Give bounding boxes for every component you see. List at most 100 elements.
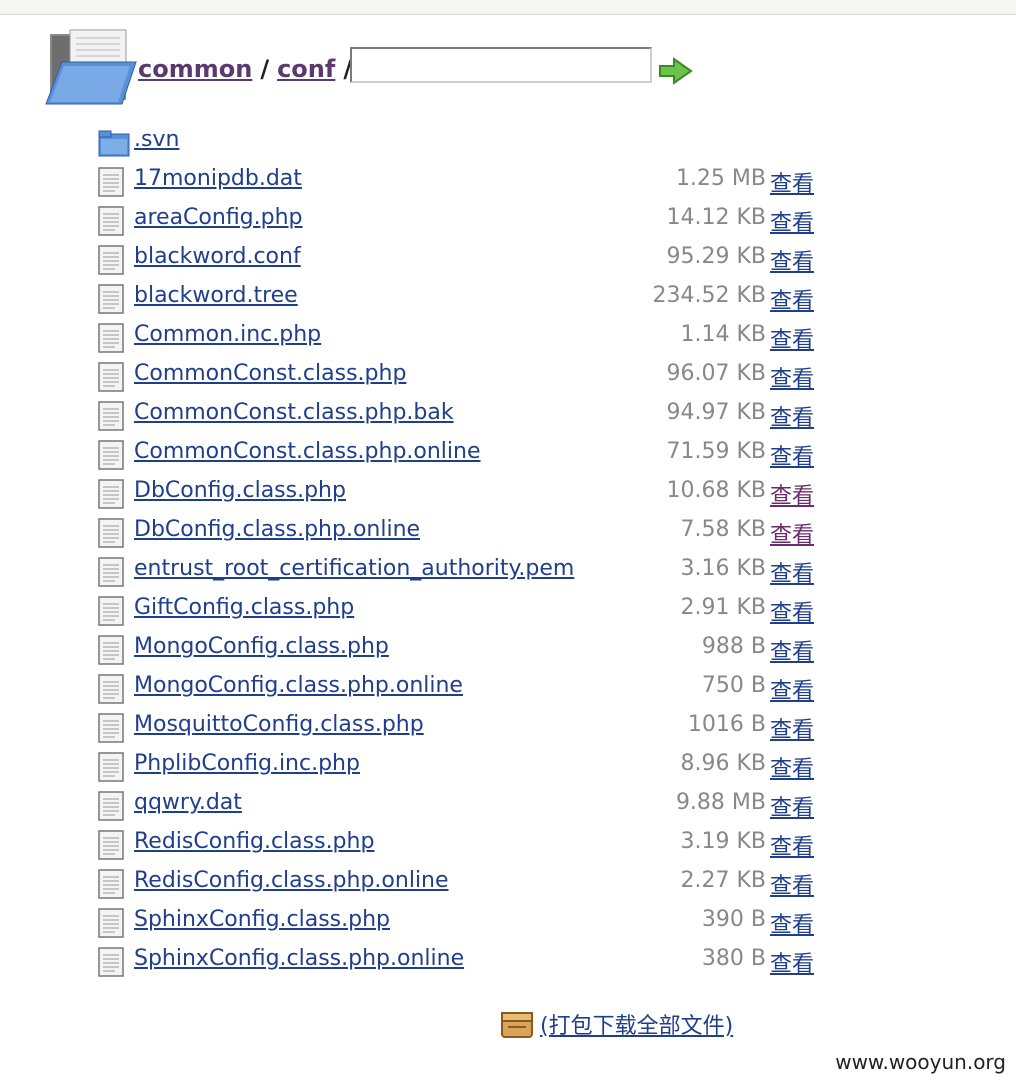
file-size: 750 B <box>701 673 766 698</box>
file-size: 95.29 KB <box>666 244 767 269</box>
view-link[interactable]: 查看 <box>770 478 814 510</box>
file-icon <box>98 440 124 470</box>
file-name-link[interactable]: DbConfig.class.php <box>134 478 346 503</box>
file-row: 17monipdb.dat 1.25 MB 查看 <box>98 163 838 202</box>
file-row: MongoConfig.class.php.online 750 B 查看 <box>98 670 838 709</box>
file-icon <box>98 947 124 977</box>
file-name-link[interactable]: GiftConfig.class.php <box>134 595 354 620</box>
file-name-link[interactable]: PhplibConfig.inc.php <box>134 751 360 776</box>
view-link[interactable]: 查看 <box>770 673 814 705</box>
file-size: 8.96 KB <box>680 751 767 776</box>
file-icon <box>98 674 124 704</box>
file-row: blackword.tree 234.52 KB 查看 <box>98 280 838 319</box>
file-size: 7.58 KB <box>680 517 767 542</box>
download-all-link[interactable]: (打包下载全部文件) <box>540 1008 733 1040</box>
file-icon <box>98 830 124 860</box>
file-name-link[interactable]: CommonConst.class.php.online <box>134 439 481 464</box>
file-row: SphinxConfig.class.php.online 380 B 查看 <box>98 943 838 982</box>
view-link[interactable]: 查看 <box>770 751 814 783</box>
view-link[interactable]: 查看 <box>770 322 814 354</box>
view-link[interactable]: 查看 <box>770 439 814 471</box>
breadcrumb-link-conf[interactable]: conf <box>277 55 335 83</box>
file-icon <box>98 479 124 509</box>
file-row: CommonConst.class.php 96.07 KB 查看 <box>98 358 838 397</box>
view-link[interactable]: 查看 <box>770 244 814 276</box>
file-name-link[interactable]: .svn <box>134 127 179 152</box>
top-bar <box>0 0 1016 15</box>
view-link[interactable]: 查看 <box>770 556 814 588</box>
file-name-link[interactable]: MosquittoConfig.class.php <box>134 712 424 737</box>
file-size: 71.59 KB <box>666 439 767 464</box>
file-row: RedisConfig.class.php 3.19 KB 查看 <box>98 826 838 865</box>
file-row: GiftConfig.class.php 2.91 KB 查看 <box>98 592 838 631</box>
file-name-link[interactable]: blackword.tree <box>134 283 298 308</box>
file-size: 1.14 KB <box>680 322 767 347</box>
go-arrow-icon[interactable] <box>658 56 694 86</box>
archive-box-icon <box>501 1012 533 1038</box>
header: common / conf / <box>42 28 742 108</box>
file-size: 14.12 KB <box>666 205 767 230</box>
view-link[interactable]: 查看 <box>770 205 814 237</box>
view-link[interactable]: 查看 <box>770 712 814 744</box>
file-icon <box>98 869 124 899</box>
file-row: qqwry.dat 9.88 MB 查看 <box>98 787 838 826</box>
file-size: 9.88 MB <box>675 790 766 815</box>
file-name-link[interactable]: areaConfig.php <box>134 205 303 230</box>
view-link[interactable]: 查看 <box>770 361 814 393</box>
file-size: 1.25 MB <box>675 166 766 191</box>
file-icon <box>98 245 124 275</box>
view-link[interactable]: 查看 <box>770 166 814 198</box>
file-name-link[interactable]: qqwry.dat <box>134 790 242 815</box>
file-name-link[interactable]: SphinxConfig.class.php <box>134 907 390 932</box>
view-link[interactable]: 查看 <box>770 790 814 822</box>
file-name-link[interactable]: CommonConst.class.php.bak <box>134 400 454 425</box>
path-input[interactable] <box>350 47 652 83</box>
file-size: 3.19 KB <box>680 829 767 854</box>
file-row: DbConfig.class.php.online 7.58 KB 查看 <box>98 514 838 553</box>
file-name-link[interactable]: blackword.conf <box>134 244 301 269</box>
view-link[interactable]: 查看 <box>770 868 814 900</box>
file-size: 390 B <box>701 907 766 932</box>
folder-icon <box>98 128 130 158</box>
file-name-link[interactable]: MongoConfig.class.php.online <box>134 673 463 698</box>
file-name-link[interactable]: CommonConst.class.php <box>134 361 406 386</box>
file-list: .svn 17monipdb.dat 1.25 MB 查看 areaConfig.php… <box>98 124 838 982</box>
file-size: 96.07 KB <box>666 361 767 386</box>
file-row: SphinxConfig.class.php 390 B 查看 <box>98 904 838 943</box>
file-row: MosquittoConfig.class.php 1016 B 查看 <box>98 709 838 748</box>
breadcrumb-link-common[interactable]: common <box>138 55 252 83</box>
file-row: RedisConfig.class.php.online 2.27 KB 查看 <box>98 865 838 904</box>
file-size: 94.97 KB <box>666 400 767 425</box>
view-link[interactable]: 查看 <box>770 283 814 315</box>
file-icon <box>98 635 124 665</box>
file-name-link[interactable]: RedisConfig.class.php.online <box>134 868 449 893</box>
view-link[interactable]: 查看 <box>770 517 814 549</box>
file-size: 988 B <box>701 634 766 659</box>
view-link[interactable]: 查看 <box>770 829 814 861</box>
file-icon <box>98 752 124 782</box>
file-name-link[interactable]: DbConfig.class.php.online <box>134 517 420 542</box>
file-row: Common.inc.php 1.14 KB 查看 <box>98 319 838 358</box>
view-link[interactable]: 查看 <box>770 946 814 978</box>
file-row: entrust_root_certification_authority.pem… <box>98 553 838 592</box>
view-link[interactable]: 查看 <box>770 634 814 666</box>
file-name-link[interactable]: entrust_root_certification_authority.pem <box>134 556 574 581</box>
file-name-link[interactable]: 17monipdb.dat <box>134 166 302 191</box>
view-link[interactable]: 查看 <box>770 907 814 939</box>
file-name-link[interactable]: RedisConfig.class.php <box>134 829 374 854</box>
file-row: DbConfig.class.php 10.68 KB 查看 <box>98 475 838 514</box>
file-icon <box>98 167 124 197</box>
folder-row: .svn <box>98 124 838 163</box>
file-name-link[interactable]: Common.inc.php <box>134 322 321 347</box>
file-row: CommonConst.class.php.bak 94.97 KB 查看 <box>98 397 838 436</box>
view-link[interactable]: 查看 <box>770 400 814 432</box>
file-name-link[interactable]: SphinxConfig.class.php.online <box>134 946 464 971</box>
file-icon <box>98 518 124 548</box>
file-icon <box>98 323 124 353</box>
file-size: 380 B <box>701 946 766 971</box>
file-icon <box>98 401 124 431</box>
file-icon <box>98 362 124 392</box>
file-name-link[interactable]: MongoConfig.class.php <box>134 634 389 659</box>
view-link[interactable]: 查看 <box>770 595 814 627</box>
file-icon <box>98 206 124 236</box>
